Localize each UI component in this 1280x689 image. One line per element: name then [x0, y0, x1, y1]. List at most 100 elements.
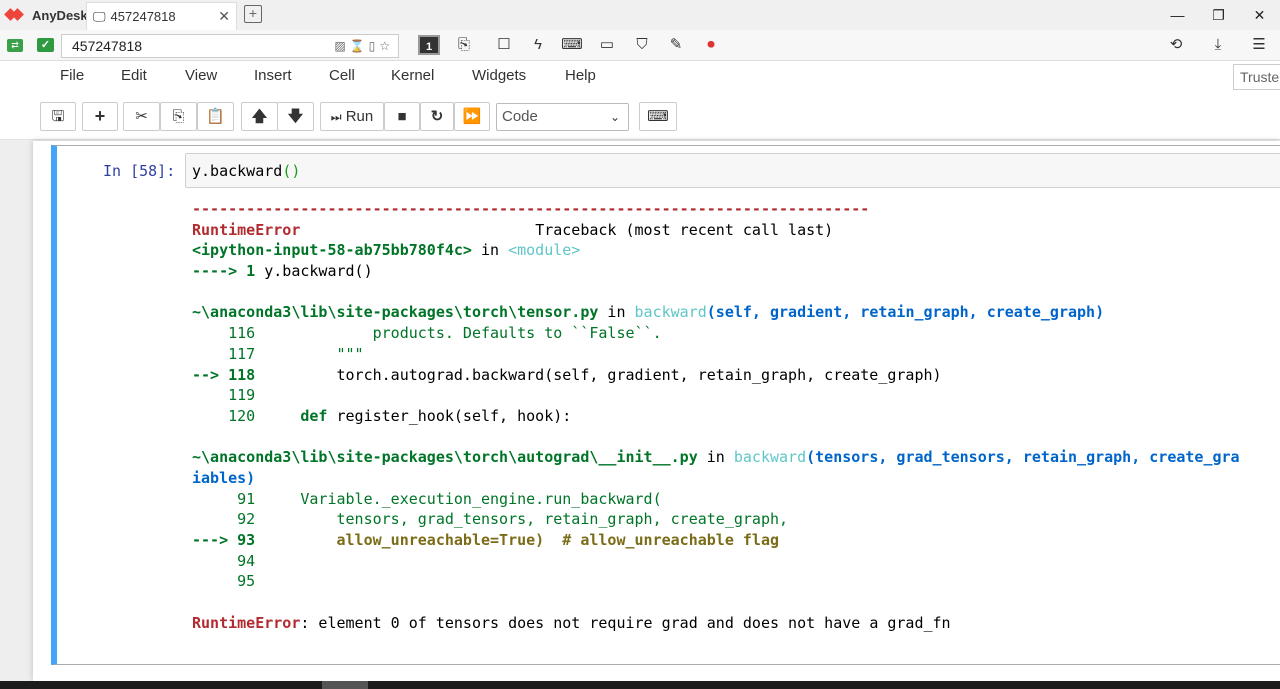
- menu-cell[interactable]: Cell: [329, 67, 355, 84]
- paste-button[interactable]: 📋: [197, 102, 234, 131]
- run-label: Run: [345, 108, 374, 125]
- command-palette-button[interactable]: ⌨: [639, 102, 677, 131]
- menu-insert[interactable]: Insert: [254, 67, 292, 84]
- frame1-in: in: [607, 303, 626, 322]
- frame1-line-119: 119: [192, 386, 256, 405]
- error-name: RuntimeError: [192, 220, 301, 239]
- frame1-line-120-num: 120: [192, 406, 256, 425]
- secure-connection-icon: ✓: [37, 38, 54, 52]
- traceback-divider: ----------------------------------------…: [192, 200, 870, 218]
- final-error-name: RuntimeError: [192, 613, 301, 632]
- code-input[interactable]: y.backward(): [185, 153, 1280, 188]
- interrupt-button[interactable]: ■: [384, 102, 420, 131]
- chat-icon[interactable]: ☐: [493, 35, 515, 55]
- module-name: <module>: [508, 241, 581, 260]
- address-status-icons: ▨⌛▯☆: [334, 39, 394, 53]
- fast-forward-icon: ⏩: [462, 108, 482, 125]
- input-reference: <ipython-input-58-ab75bb780f4c>: [192, 241, 472, 260]
- whiteboard-icon[interactable]: ✎: [665, 35, 687, 55]
- minimize-icon[interactable]: —: [1157, 0, 1198, 30]
- step-forward-icon: ⏭: [330, 110, 342, 124]
- anydesk-logo-icon: [4, 8, 24, 22]
- cell-output: ----------------------------------------…: [192, 199, 1280, 639]
- plus-icon: +: [94, 106, 106, 126]
- frame2-wrap: iables): [192, 468, 256, 487]
- display-icon[interactable]: ▭: [596, 35, 618, 55]
- monitor-icon: 🖵: [93, 8, 106, 24]
- new-tab-icon[interactable]: +: [244, 5, 262, 23]
- frame2-line-91: 91 Variable._execution_engine.run_backwa…: [192, 489, 662, 508]
- monitor-1-icon[interactable]: 1: [418, 35, 440, 55]
- close-window-icon[interactable]: ✕: [1239, 0, 1280, 30]
- frame2-line-93-code: allow_unreachable=True) # allow_unreacha…: [336, 531, 780, 549]
- maximize-icon[interactable]: ❐: [1198, 0, 1239, 30]
- refresh-icon: ↻: [430, 108, 444, 125]
- trusted-indicator[interactable]: Truste: [1233, 64, 1280, 90]
- menu-widgets[interactable]: Widgets: [472, 67, 526, 84]
- close-tab-icon[interactable]: ✕: [218, 8, 230, 25]
- anydesk-addressbar: ⇄ ✓ 457247818 ▨⌛▯☆ 1 ⎘ ☐ ϟ ⌨ ▭ ⛉ ✎ ⏺ ⟲ ⤓…: [0, 30, 1280, 61]
- frame1-func: backward: [634, 303, 707, 322]
- traceback-label: Traceback (most recent call last): [535, 220, 834, 239]
- cell-type-value: Code: [502, 108, 538, 125]
- menu-edit[interactable]: Edit: [121, 67, 147, 84]
- taskbar: [0, 681, 1280, 689]
- input-prompt: In [58]:: [103, 162, 176, 180]
- save-icon: 🖫: [51, 108, 65, 125]
- restart-button[interactable]: ↻: [420, 102, 454, 131]
- run-button[interactable]: ⏭ Run: [320, 102, 384, 131]
- copy-button[interactable]: ⎘: [160, 102, 197, 131]
- hamburger-menu-icon[interactable]: ☰: [1248, 35, 1270, 55]
- code-paren: (): [282, 162, 301, 180]
- connection-icon[interactable]: ⇄: [7, 39, 23, 52]
- frame1-path: ~\anaconda3\lib\site-packages\torch\tens…: [192, 303, 599, 322]
- menu-view[interactable]: View: [185, 67, 217, 84]
- frame1-line-117: 117 """: [192, 344, 364, 363]
- frame2-in: in: [706, 448, 725, 467]
- session-tab-title: 457247818: [110, 9, 176, 24]
- frame2-path: ~\anaconda3\lib\site-packages\torch\auto…: [192, 448, 698, 467]
- cell-type-select[interactable]: Code ⌄: [496, 103, 629, 131]
- frame2-args: (tensors, grad_tensors, retain_graph, cr…: [806, 448, 1240, 467]
- paste-icon: 📋: [206, 108, 225, 125]
- jupyter-menubar: File Edit View Insert Cell Kernel Widget…: [0, 62, 1280, 96]
- menu-help[interactable]: Help: [565, 67, 596, 84]
- frame2-line-95: 95: [192, 572, 256, 591]
- frame1-line-116: 116 products. Defaults to ``False``.: [192, 324, 662, 343]
- restart-run-all-button[interactable]: ⏩: [454, 102, 490, 131]
- taskbar-active-item[interactable]: [322, 681, 368, 689]
- record-icon[interactable]: ⏺: [700, 35, 722, 55]
- session-tab[interactable]: 🖵 457247818 ✕: [86, 2, 237, 30]
- frame2-arrow: ---> 93: [192, 531, 256, 549]
- frame1-line-120-code: register_hook(self, hook):: [327, 406, 572, 425]
- chevron-down-icon: ⌄: [609, 110, 620, 124]
- frame1-line-120-kw: def: [300, 406, 328, 425]
- stop-icon: ■: [397, 108, 407, 125]
- actions-icon[interactable]: ϟ: [527, 35, 549, 55]
- final-error-message: : element 0 of tensors does not require …: [300, 613, 951, 632]
- arrow-up-icon: 🡅: [251, 108, 268, 125]
- frame2-line-92: 92 tensors, grad_tensors, retain_graph, …: [192, 510, 789, 529]
- arrow-down-icon: 🡇: [287, 108, 304, 125]
- cut-button[interactable]: ✂: [123, 102, 160, 131]
- code-text: y.backward: [192, 162, 283, 180]
- permissions-icon[interactable]: ⛉: [631, 35, 653, 55]
- download-icon[interactable]: ⤓: [1207, 35, 1229, 55]
- keyboard-icon[interactable]: ⌨: [561, 35, 583, 55]
- insert-cell-button[interactable]: +: [82, 102, 118, 131]
- frame1-args: (self, gradient, retain_graph, create_gr…: [706, 303, 1105, 322]
- menu-kernel[interactable]: Kernel: [391, 67, 434, 84]
- move-up-button[interactable]: 🡅: [241, 102, 278, 131]
- address-value: 457247818: [72, 38, 143, 54]
- menu-file[interactable]: File: [60, 67, 84, 84]
- save-button[interactable]: 🖫: [40, 102, 76, 131]
- in-word: in: [481, 241, 500, 260]
- file-transfer-icon[interactable]: ⎘: [453, 35, 475, 55]
- frame1-arrow: --> 118: [192, 365, 256, 384]
- anydesk-brand: AnyDesk: [0, 0, 88, 30]
- history-icon[interactable]: ⟲: [1165, 35, 1187, 55]
- address-field[interactable]: 457247818 ▨⌛▯☆: [61, 34, 399, 58]
- scissors-icon: ✂: [135, 108, 148, 125]
- jupyter-toolbar: 🖫 + ✂ ⎘ 📋 🡅 🡇 ⏭ Run ■ ↻ ⏩ Code ⌄ ⌨: [0, 96, 1280, 140]
- move-down-button[interactable]: 🡇: [277, 102, 314, 131]
